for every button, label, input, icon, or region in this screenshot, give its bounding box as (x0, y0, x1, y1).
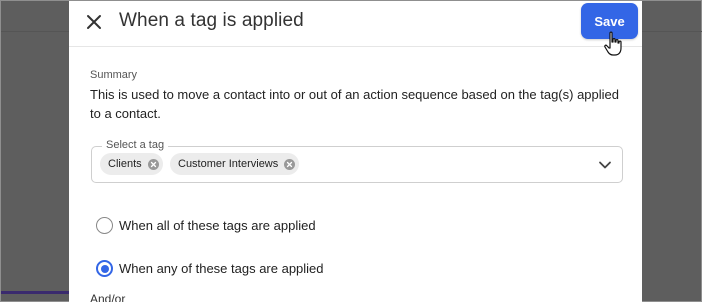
tag-select[interactable]: Select a tag Clients Customer Interviews (91, 139, 623, 183)
and-or-label: And/or (90, 292, 126, 302)
hand-pointer-icon (604, 31, 622, 56)
close-icon (150, 161, 156, 167)
backdrop-accent-bar (1, 291, 69, 294)
tag-chip-label: Customer Interviews (178, 158, 279, 170)
close-icon (287, 161, 293, 167)
modal-header: When a tag is applied Save (69, 1, 642, 56)
radio-any-label: When any of these tags are applied (119, 261, 324, 276)
radio-all-label: When all of these tags are applied (119, 218, 316, 233)
close-icon (87, 15, 101, 29)
modal-title: When a tag is applied (119, 10, 304, 31)
tag-chip: Customer Interviews (170, 153, 300, 175)
remove-tag-button[interactable] (284, 158, 296, 170)
tag-select-legend: Select a tag (102, 139, 169, 151)
tag-trigger-modal: When a tag is applied Save Summary This … (69, 1, 642, 302)
tag-chip: Clients (100, 153, 163, 175)
close-button[interactable] (83, 11, 105, 33)
radio-option-any[interactable]: When any of these tags are applied (96, 260, 324, 277)
summary-label: Summary (90, 69, 138, 81)
tag-chip-label: Clients (108, 158, 142, 170)
backdrop-divider-right (642, 31, 702, 32)
remove-tag-button[interactable] (147, 158, 159, 170)
radio-any[interactable] (96, 260, 113, 277)
backdrop-divider-left (1, 31, 69, 32)
chevron-down-icon[interactable] (598, 158, 612, 172)
summary-text: This is used to move a contact into or o… (90, 87, 619, 121)
radio-option-all[interactable]: When all of these tags are applied (96, 217, 316, 234)
radio-all[interactable] (96, 217, 113, 234)
